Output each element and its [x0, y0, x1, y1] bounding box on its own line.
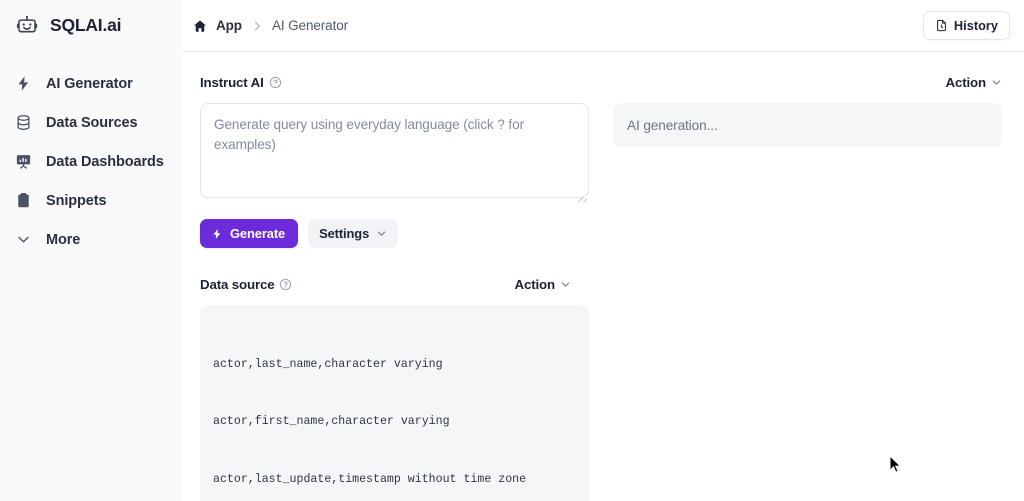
main-panel: App AI Generator History Instruct AI Gen… [182, 0, 1024, 501]
instruct-ai-label: Instruct AI [200, 75, 264, 90]
sidebar-item-data-sources[interactable]: Data Sources [0, 103, 182, 142]
sidebar-item-snippets[interactable]: Snippets [0, 181, 182, 220]
chevron-right-icon [251, 20, 263, 32]
instruct-ai-textarea-wrap [200, 103, 589, 203]
sidebar-item-label: Snippets [46, 192, 107, 209]
breadcrumb-current[interactable]: AI Generator [272, 18, 348, 33]
data-source-action-label: Action [514, 277, 556, 292]
data-source-row: actor,last_update,timestamp without time… [213, 473, 527, 487]
chevron-down-icon [560, 279, 571, 290]
chevron-down-icon [376, 228, 387, 239]
generation-action-dropdown[interactable]: Action [946, 75, 1002, 90]
data-source-section: Data source Action actor,last_name,chara… [200, 276, 589, 501]
generate-button[interactable]: Generate [200, 219, 299, 248]
sidebar-item-data-dashboards[interactable]: Data Dashboards [0, 142, 182, 181]
right-column: Action AI generation... [589, 74, 1024, 501]
instruct-ai-header: Instruct AI [200, 74, 589, 91]
ai-generation-output[interactable]: AI generation... [613, 103, 1002, 147]
lightning-bolt-icon [14, 74, 33, 93]
left-column: Instruct AI Generate query using everyda… [182, 74, 589, 501]
data-source-row: actor,first_name,character varying [213, 415, 450, 429]
brand[interactable]: SQLAI.ai [0, 0, 182, 52]
generation-action-label: Action [945, 75, 987, 90]
database-icon [14, 113, 33, 132]
sidebar-item-label: Data Sources [46, 114, 138, 131]
document-icon [935, 19, 948, 32]
settings-button[interactable]: Settings [308, 219, 399, 248]
data-source-code-block[interactable]: actor,last_name,character varying actor,… [200, 305, 589, 501]
home-icon[interactable] [193, 19, 207, 33]
chevron-down-icon [14, 230, 33, 249]
breadcrumb-app[interactable]: App [216, 18, 242, 33]
settings-button-label: Settings [319, 226, 370, 241]
ai-generation-placeholder: AI generation... [627, 117, 718, 133]
brand-name: SQLAI.ai [50, 15, 122, 36]
presentation-chart-icon [14, 152, 33, 171]
instruct-ai-input[interactable] [200, 103, 589, 198]
topbar: App AI Generator History [182, 0, 1024, 52]
sidebar-nav: AI Generator Data Sources Data Dashboard… [0, 64, 182, 259]
sidebar-item-label: AI Generator [46, 75, 133, 92]
data-source-row: actor,last_name,character varying [213, 357, 443, 371]
sidebar: SQLAI.ai AI Generator Data Sources Data … [0, 0, 182, 501]
sidebar-item-label: Data Dashboards [46, 153, 164, 170]
sidebar-item-ai-generator[interactable]: AI Generator [0, 64, 182, 103]
breadcrumb: App AI Generator [193, 18, 348, 33]
sidebar-item-more[interactable]: More [0, 220, 182, 259]
history-button-label: History [953, 18, 998, 33]
chevron-down-icon [991, 77, 1002, 88]
history-button[interactable]: History [922, 11, 1010, 40]
data-source-action-dropdown[interactable]: Action [515, 277, 571, 292]
app-root: SQLAI.ai AI Generator Data Sources Data … [0, 0, 1024, 501]
generation-header: Action [613, 74, 1002, 91]
instruct-ai-button-row: Generate Settings [200, 219, 589, 248]
generate-button-label: Generate [230, 226, 286, 241]
data-source-header: Data source Action [200, 276, 589, 293]
question-circle-icon[interactable] [279, 278, 292, 291]
robot-icon [14, 13, 40, 39]
content-area: Instruct AI Generate query using everyda… [182, 52, 1024, 501]
lightning-bolt-icon [211, 228, 223, 240]
data-source-label: Data source [200, 277, 275, 292]
clipboard-icon [14, 191, 33, 210]
sidebar-item-label: More [46, 231, 81, 248]
question-circle-icon[interactable] [269, 76, 282, 89]
